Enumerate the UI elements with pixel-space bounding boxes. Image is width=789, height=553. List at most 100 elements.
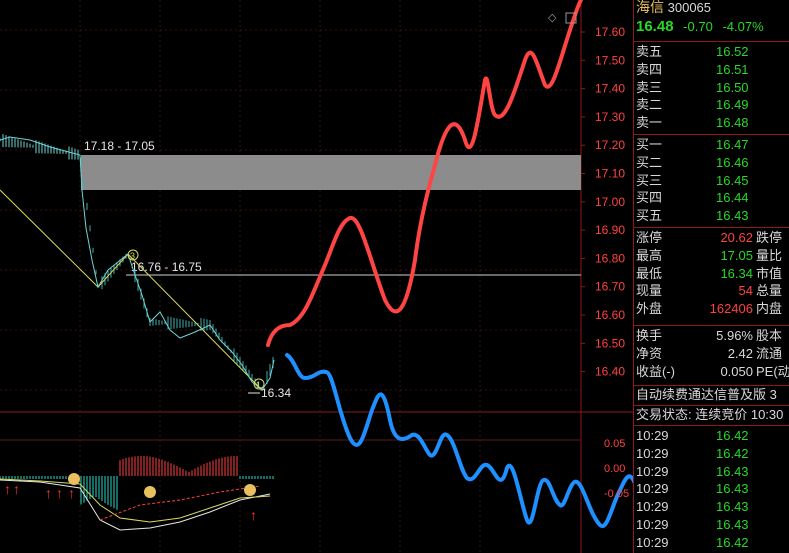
ask-label: 卖一 — [636, 115, 663, 131]
line-label: 16.76 - 16.75 — [131, 260, 202, 274]
stat2-label-2: PE(动 — [756, 363, 789, 379]
price-tick-label: 17.40 — [595, 82, 625, 96]
buy-arrow-icon: ↑ — [250, 507, 257, 523]
stat-label: 现量 — [636, 283, 663, 299]
macd-red-line — [99, 485, 261, 521]
price-axis: 17.60 17.50 17.40 17.30 17.20 17.10 17.00 16.90… — [581, 25, 625, 379]
stat2-label: 收益(-) — [636, 363, 675, 379]
tick-time: 10:29 — [636, 517, 669, 532]
tick-time: 10:29 — [636, 445, 669, 461]
price-tick-label: 17.20 — [595, 138, 625, 152]
price-tick-label: 16.70 — [595, 280, 625, 294]
ask-price: 16.52 — [716, 44, 749, 59]
trend-line — [0, 189, 263, 391]
stock-header: 海信 300065 — [636, 0, 711, 16]
stat2-label: 换手 — [636, 328, 663, 343]
notice-text[interactable]: 自动续费通达信普及版 3 — [636, 386, 777, 404]
bid-price: 16.46 — [716, 154, 749, 170]
low-label: 16.34 — [261, 386, 291, 400]
price-tick-label: 16.80 — [595, 251, 625, 265]
stat-label-2: 市值 — [756, 265, 783, 281]
last-price: 16.48 — [636, 18, 674, 35]
ask-price: 16.48 — [716, 115, 749, 131]
indicator-tick-label: -0.05 — [604, 488, 629, 500]
stat-label-2: 内盘 — [756, 301, 783, 317]
macd-dif-line — [0, 479, 271, 531]
tick-price: 16.42 — [716, 445, 749, 461]
stat2-value: 2.42 — [727, 345, 753, 361]
stat-label: 涨停 — [636, 230, 663, 245]
stat-label: 最高 — [636, 247, 663, 263]
price-tick-label: 17.00 — [595, 195, 625, 209]
stock-code: 300065 — [667, 0, 712, 15]
buy-arrow-icon: ↑ — [13, 481, 20, 497]
price-tick-label: 16.50 — [595, 336, 625, 350]
money-bag-icon — [68, 473, 80, 485]
buy-arrow-icon: ↑ — [45, 485, 52, 501]
stat2-label-2: 股本 — [756, 328, 783, 343]
tick-time: 10:29 — [636, 499, 669, 515]
bid-label: 买二 — [636, 154, 663, 170]
marker-3-label: 3 — [130, 251, 135, 261]
price-tick-label: 16.90 — [595, 223, 625, 237]
bid-label: 买四 — [636, 190, 663, 206]
quote-line: 16.48 -0.70 -4.07% — [636, 18, 764, 36]
bid-price: 16.47 — [716, 137, 749, 152]
indicator-tick-label: 0.00 — [604, 463, 625, 475]
buy-arrow-icon: ↑ — [4, 481, 11, 497]
stat-value: 162406 — [709, 301, 753, 317]
resistance-zone[interactable] — [81, 155, 581, 190]
tick-price: 16.43 — [716, 499, 749, 515]
ask-price: 16.50 — [716, 79, 749, 95]
stat-value: 17.05 — [720, 247, 753, 263]
stat2-label-2: 流通 — [756, 345, 783, 361]
tick-price: 16.43 — [716, 463, 749, 479]
stat-label-2: 跌停 — [756, 230, 783, 245]
bid-price: 16.44 — [716, 190, 749, 206]
stat2-value: 0.050 — [720, 363, 753, 379]
macd-bars — [0, 456, 274, 510]
price-tick-label: 17.10 — [595, 167, 625, 181]
diamond-icon[interactable]: ◇ — [548, 12, 557, 24]
indicator-tick-label: 0.05 — [604, 438, 625, 450]
tick-price: 16.43 — [716, 517, 749, 532]
bid-label: 买一 — [636, 137, 663, 152]
ask-label: 卖四 — [636, 61, 663, 77]
tick-time: 10:29 — [636, 463, 669, 479]
price-tick-label: 17.60 — [595, 25, 625, 39]
tick-price: 16.43 — [716, 481, 749, 497]
stat2-value: 5.96% — [716, 328, 753, 343]
stat-label-2: 总量 — [756, 283, 783, 299]
buy-arrow-icon: ↑ — [56, 485, 63, 501]
stat-value: 54 — [738, 283, 753, 299]
price-tick-label: 16.40 — [595, 365, 625, 379]
stat-value: 20.62 — [720, 230, 753, 245]
trade-status: 交易状态: 连续竞价 10:30 — [636, 407, 784, 422]
ask-label: 卖二 — [636, 97, 663, 113]
bid-label: 买五 — [636, 208, 663, 224]
price-change-pct: -4.07% — [722, 19, 764, 34]
money-bag-icon — [244, 484, 256, 496]
stat-value: 16.34 — [720, 265, 753, 281]
tick-time: 10:29 — [636, 534, 669, 550]
price-change: -0.70 — [683, 19, 713, 34]
tick-price: 16.42 — [716, 428, 749, 443]
stat-label-2: 量比 — [756, 247, 783, 263]
price-tick-label: 17.30 — [595, 110, 625, 124]
money-bag-icon — [144, 486, 156, 498]
macd-dea-line — [0, 478, 271, 523]
stat-label: 最低 — [636, 265, 663, 281]
tick-time: 10:29 — [636, 428, 669, 443]
price-tick-label: 17.50 — [595, 53, 625, 67]
price-tick-label: 16.60 — [595, 308, 625, 322]
ask-label: 卖三 — [636, 79, 663, 95]
buy-arrows: ↑ ↑ ↑ ↑ ↑ ↑ — [4, 481, 257, 523]
buy-arrow-icon: ↑ — [68, 485, 75, 501]
stock-name: 海信 — [636, 0, 664, 15]
stat-label: 外盘 — [636, 301, 663, 317]
bid-price: 16.45 — [716, 172, 749, 188]
tick-price: 16.42 — [716, 534, 749, 550]
ask-label: 卖五 — [636, 44, 663, 59]
tick-time: 10:29 — [636, 481, 669, 497]
indicator-axis: 0.05 0.00 -0.05 — [604, 438, 629, 500]
